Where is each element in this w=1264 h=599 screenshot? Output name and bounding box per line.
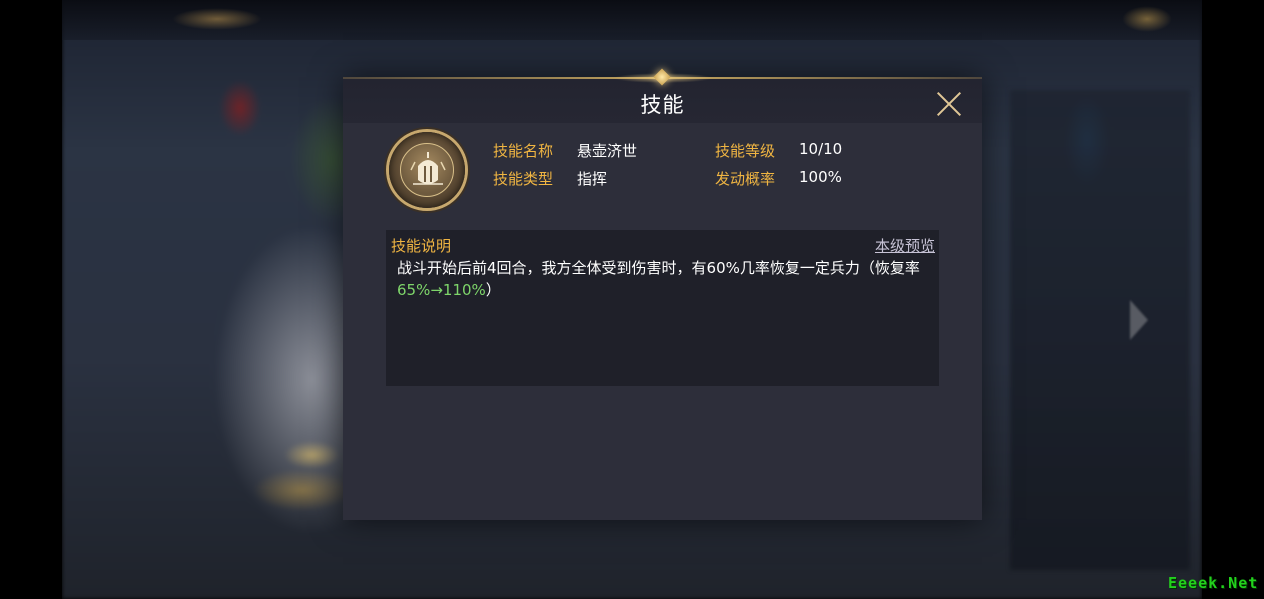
skill-description-box: 技能说明 本级预览 战斗开始后前4回合，我方全体受到伤害时，有60%几率恢复一定…	[386, 230, 939, 386]
skill-rate-value: 100%	[799, 168, 842, 186]
skill-rate-label: 发动概率	[715, 170, 776, 188]
description-text-main: 战斗开始后前4回合，我方全体受到伤害时，有60%几率恢复一定兵力（恢复率	[397, 259, 920, 277]
close-icon[interactable]	[935, 90, 963, 118]
skill-type-label: 技能类型	[493, 170, 554, 188]
game-screen: 技能 技能名称 悬壶济世 技能等级 10/10 技能类型 指挥 发动概率 100…	[0, 0, 1264, 599]
level-preview-link[interactable]: 本级预览	[875, 235, 935, 256]
background-glow	[172, 8, 262, 30]
dialog-header: 技能	[343, 79, 982, 123]
dialog-body: 技能名称 悬壶济世 技能等级 10/10 技能类型 指挥 发动概率 100% 技…	[343, 123, 982, 520]
watermark: Eeeek.Net	[1168, 574, 1259, 592]
description-text-end: ）	[485, 281, 501, 299]
letterbox-right	[1202, 0, 1264, 599]
skill-type-value: 指挥	[577, 170, 608, 188]
skill-level-value: 10/10	[799, 140, 843, 158]
letterbox-left	[0, 0, 62, 599]
background-top-bar	[62, 0, 1202, 40]
skill-level-label: 技能等级	[715, 142, 776, 160]
skill-name-value: 悬壶济世	[577, 142, 638, 160]
skill-name-label: 技能名称	[493, 142, 554, 160]
description-text: 战斗开始后前4回合，我方全体受到伤害时，有60%几率恢复一定兵力（恢复率 65%→…	[397, 257, 927, 301]
recovery-rate-highlight: 65%→110%	[397, 281, 486, 299]
skill-dialog: 技能 技能名称 悬壶济世 技能等级 10/10 技能类型 指挥 发动概率 100…	[343, 68, 982, 520]
skill-emblem	[400, 143, 454, 197]
background-side-panel	[1010, 90, 1190, 570]
helmet-glyph	[410, 152, 446, 185]
shield-helmet-icon	[389, 132, 465, 208]
description-heading: 技能说明	[391, 237, 452, 255]
background-glow	[1122, 6, 1172, 32]
next-arrow-icon	[1130, 300, 1148, 340]
dialog-title: 技能	[640, 93, 685, 117]
